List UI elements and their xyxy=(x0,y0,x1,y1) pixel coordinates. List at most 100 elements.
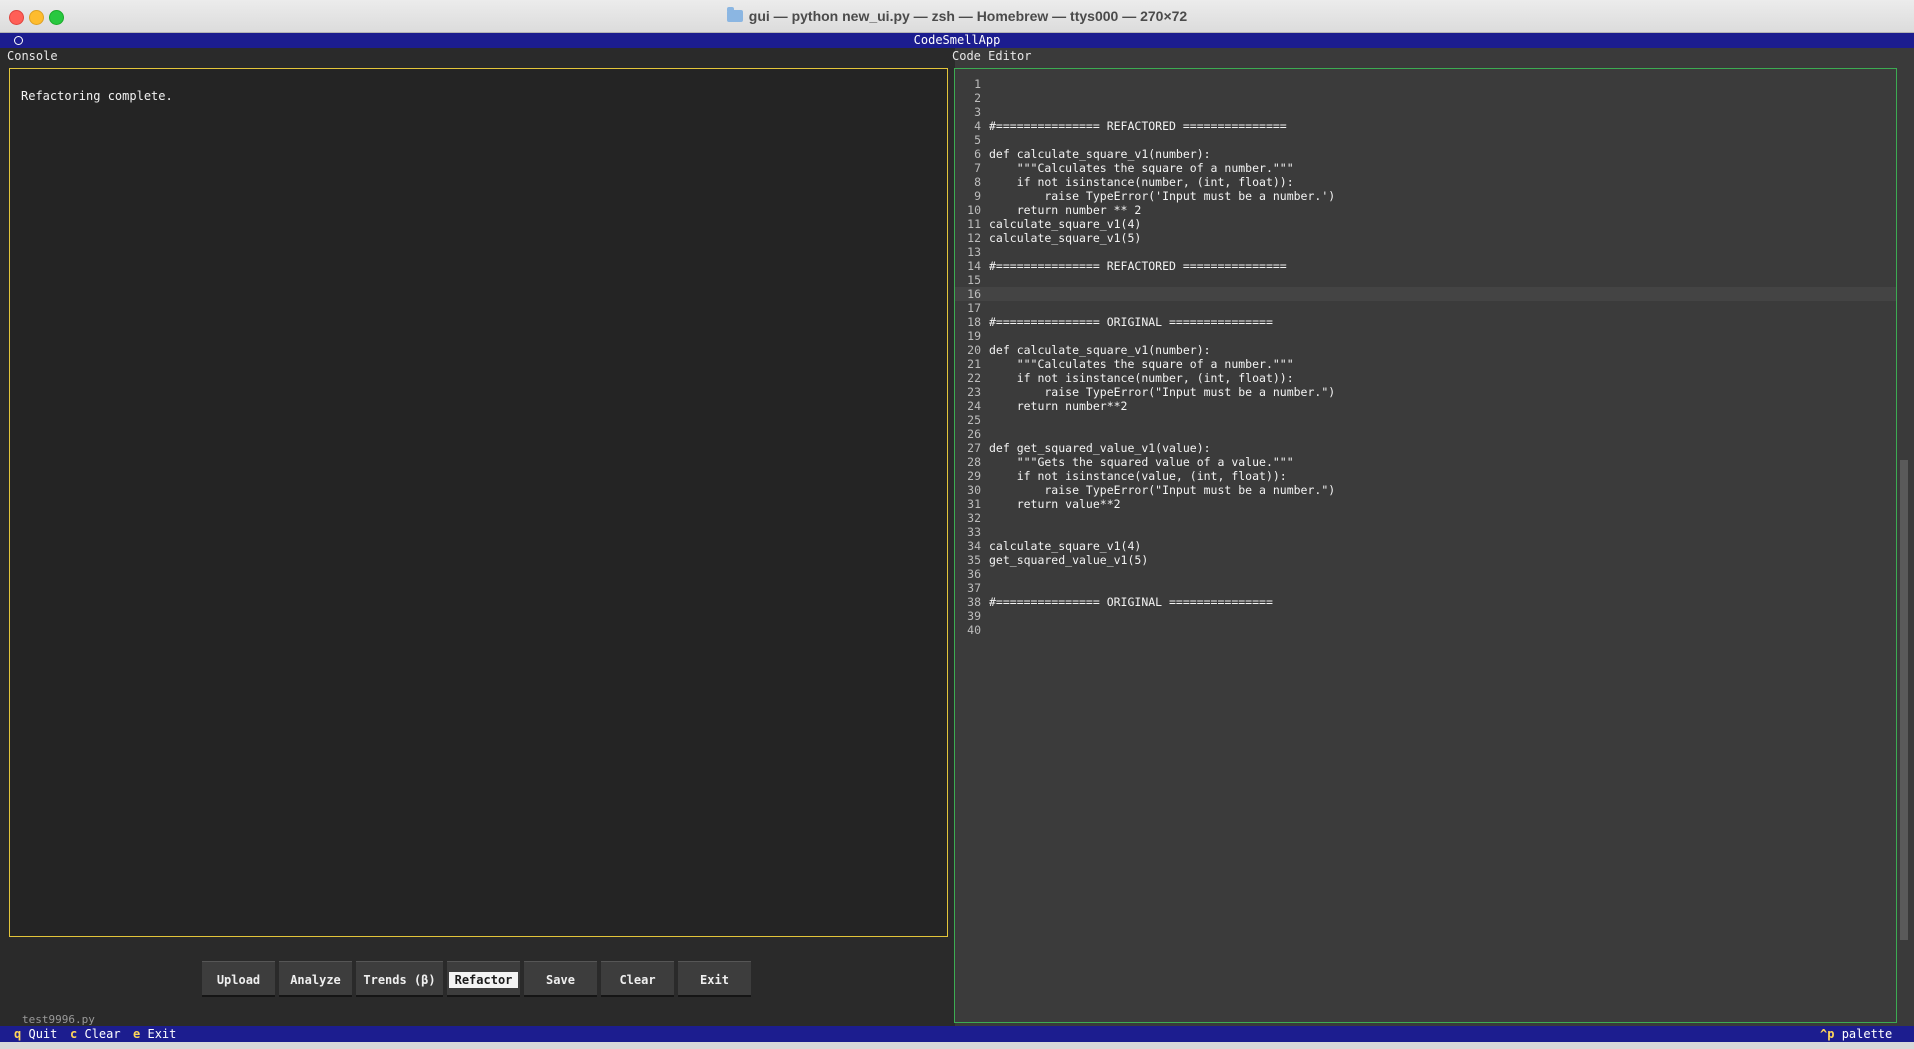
line-text: raise TypeError("Input must be a number.… xyxy=(989,385,1336,399)
footer-palette[interactable]: ^p palette xyxy=(1820,1026,1892,1042)
code-line[interactable]: 40 xyxy=(955,623,1896,637)
refactor-button[interactable]: Refactor xyxy=(447,961,520,997)
trends-button[interactable]: Trends (β) xyxy=(356,961,443,997)
line-text: if not isinstance(number, (int, float)): xyxy=(989,371,1294,385)
line-number: 6 xyxy=(974,147,981,161)
line-text: return number**2 xyxy=(989,399,1128,413)
upload-button[interactable]: Upload xyxy=(202,961,275,997)
line-text: calculate_square_v1(4) xyxy=(989,217,1142,231)
code-line[interactable]: 31 return value**2 xyxy=(955,497,1896,511)
line-number: 19 xyxy=(967,329,981,343)
line-number: 34 xyxy=(967,539,981,553)
line-text: if not isinstance(value, (int, float)): xyxy=(989,469,1287,483)
code-line[interactable]: 10 return number ** 2 xyxy=(955,203,1896,217)
code-line[interactable]: 13 xyxy=(955,245,1896,259)
line-number: 22 xyxy=(967,371,981,385)
editor-scrollbar[interactable] xyxy=(1900,460,1908,940)
line-number: 30 xyxy=(967,483,981,497)
line-text: calculate_square_v1(4) xyxy=(989,539,1142,553)
code-line[interactable]: 16 xyxy=(955,287,1896,301)
code-line[interactable]: 8 if not isinstance(number, (int, float)… xyxy=(955,175,1896,189)
code-line[interactable]: 11 calculate_square_v1(4) xyxy=(955,217,1896,231)
code-line[interactable]: 22 if not isinstance(number, (int, float… xyxy=(955,371,1896,385)
code-editor[interactable]: 1 2 3 4 #=============== REFACTORED ========… xyxy=(954,68,1897,1023)
code-line[interactable]: 12 calculate_square_v1(5) xyxy=(955,231,1896,245)
line-number: 27 xyxy=(967,441,981,455)
code-line[interactable]: 24 return number**2 xyxy=(955,399,1896,413)
line-text: return value**2 xyxy=(989,497,1121,511)
code-line[interactable]: 36 xyxy=(955,567,1896,581)
save-button[interactable]: Save xyxy=(524,961,597,997)
line-text: if not isinstance(number, (int, float)): xyxy=(989,175,1294,189)
line-text: def calculate_square_v1(number): xyxy=(989,343,1211,357)
code-line[interactable]: 9 raise TypeError('Input must be a numbe… xyxy=(955,189,1896,203)
exit-button[interactable]: Exit xyxy=(678,961,751,997)
code-line[interactable]: 4 #=============== REFACTORED ===========… xyxy=(955,119,1896,133)
line-number: 17 xyxy=(967,301,981,315)
code-line[interactable]: 20 def calculate_square_v1(number): xyxy=(955,343,1896,357)
current-filename: test9996.py xyxy=(22,1013,95,1026)
footer-exit[interactable]: e Exit xyxy=(133,1026,176,1042)
code-line[interactable]: 15 xyxy=(955,273,1896,287)
line-number: 12 xyxy=(967,231,981,245)
code-line[interactable]: 26 xyxy=(955,427,1896,441)
footer-quit[interactable]: q Quit xyxy=(14,1026,57,1042)
line-number: 14 xyxy=(967,259,981,273)
code-line[interactable]: 35 get_squared_value_v1(5) xyxy=(955,553,1896,567)
code-line[interactable]: 38 #=============== ORIGINAL ============… xyxy=(955,595,1896,609)
code-line[interactable]: 32 xyxy=(955,511,1896,525)
code-line[interactable]: 34 calculate_square_v1(4) xyxy=(955,539,1896,553)
line-number: 18 xyxy=(967,315,981,329)
code-line[interactable]: 17 xyxy=(955,301,1896,315)
line-number: 28 xyxy=(967,455,981,469)
code-line[interactable]: 14 #=============== REFACTORED ==========… xyxy=(955,259,1896,273)
line-number: 4 xyxy=(974,119,981,133)
line-text: #=============== REFACTORED ============… xyxy=(989,119,1287,133)
app-title: CodeSmellApp xyxy=(913,33,1001,47)
code-line[interactable]: 39 xyxy=(955,609,1896,623)
line-number: 35 xyxy=(967,553,981,567)
line-number: 13 xyxy=(967,245,981,259)
line-number: 9 xyxy=(974,189,981,203)
code-line[interactable]: 27 def get_squared_value_v1(value): xyxy=(955,441,1896,455)
line-number: 21 xyxy=(967,357,981,371)
code-line[interactable]: 28 """Gets the squared value of a value.… xyxy=(955,455,1896,469)
window-titlebar: gui — python new_ui.py — zsh — Homebrew … xyxy=(0,0,1914,33)
code-lines[interactable]: 1 2 3 4 #=============== REFACTORED ========… xyxy=(955,77,1896,637)
code-line[interactable]: 30 raise TypeError("Input must be a numb… xyxy=(955,483,1896,497)
footer-clear[interactable]: c Clear xyxy=(70,1026,121,1042)
console-output[interactable]: Refactoring complete. xyxy=(9,68,948,937)
code-editor-label: Code Editor xyxy=(952,49,1032,63)
app-header: CodeSmellApp xyxy=(0,33,1914,48)
code-line[interactable]: 18 #=============== ORIGINAL ============… xyxy=(955,315,1896,329)
line-text: #=============== ORIGINAL ==============… xyxy=(989,595,1273,609)
line-text: get_squared_value_v1(5) xyxy=(989,553,1149,567)
code-line[interactable]: 29 if not isinstance(value, (int, float)… xyxy=(955,469,1896,483)
code-line[interactable]: 25 xyxy=(955,413,1896,427)
line-text: """Calculates the square of a number.""" xyxy=(989,161,1294,175)
window-bottom-edge xyxy=(0,1042,1914,1049)
code-line[interactable]: 1 xyxy=(955,77,1896,91)
code-line[interactable]: 19 xyxy=(955,329,1896,343)
code-line[interactable]: 33 xyxy=(955,525,1896,539)
line-number: 2 xyxy=(974,91,981,105)
code-line[interactable]: 37 xyxy=(955,581,1896,595)
line-text: #=============== ORIGINAL ==============… xyxy=(989,315,1273,329)
line-number: 11 xyxy=(967,217,981,231)
clear-button[interactable]: Clear xyxy=(601,961,674,997)
code-line[interactable]: 23 raise TypeError("Input must be a numb… xyxy=(955,385,1896,399)
analyze-button[interactable]: Analyze xyxy=(279,961,352,997)
code-line[interactable]: 21 """Calculates the square of a number.… xyxy=(955,357,1896,371)
code-line[interactable]: 3 xyxy=(955,105,1896,119)
console-message: Refactoring complete. xyxy=(21,89,173,103)
line-text: def get_squared_value_v1(value): xyxy=(989,441,1211,455)
code-line[interactable]: 6 def calculate_square_v1(number): xyxy=(955,147,1896,161)
code-line[interactable]: 2 xyxy=(955,91,1896,105)
code-line[interactable]: 5 xyxy=(955,133,1896,147)
folder-icon xyxy=(726,7,743,22)
line-number: 40 xyxy=(967,623,981,637)
line-text: calculate_square_v1(5) xyxy=(989,231,1142,245)
line-number: 5 xyxy=(974,133,981,147)
line-number: 16 xyxy=(967,287,981,301)
code-line[interactable]: 7 """Calculates the square of a number."… xyxy=(955,161,1896,175)
